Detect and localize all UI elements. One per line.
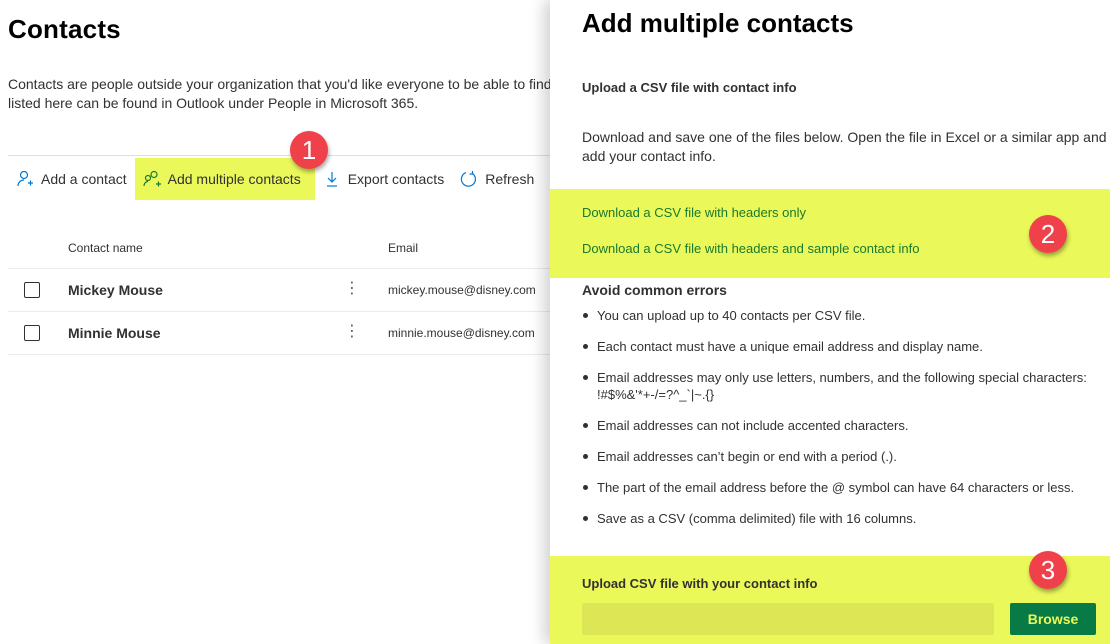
error-item: Email addresses can not include accented… xyxy=(582,417,1107,434)
table-row[interactable]: Mickey Mouse ⋮ mickey.mouse@disney.com xyxy=(8,269,560,312)
refresh-label: Refresh xyxy=(485,171,535,187)
error-item: You can upload up to 40 contacts per CSV… xyxy=(582,307,1107,324)
errors-heading: Avoid common errors xyxy=(582,282,727,298)
upload-label: Upload CSV file with your contact info xyxy=(582,576,818,591)
download-icon xyxy=(323,170,341,188)
step-badge-2: 2 xyxy=(1029,215,1067,253)
column-header-contact-name[interactable]: Contact name xyxy=(68,241,143,255)
contact-email: minnie.mouse@disney.com xyxy=(388,326,535,340)
panel-title: Add multiple contacts xyxy=(582,8,854,38)
error-item: Save as a CSV (comma delimited) file wit… xyxy=(582,510,1107,527)
table-header: Contact name Email xyxy=(8,226,560,269)
add-person-icon xyxy=(16,170,34,188)
errors-list: You can upload up to 40 contacts per CSV… xyxy=(582,307,1107,541)
export-contacts-button[interactable]: Export contacts xyxy=(315,158,453,200)
browse-button[interactable]: Browse xyxy=(1010,603,1096,635)
column-header-email[interactable]: Email xyxy=(388,241,418,255)
error-item: Email addresses can’t begin or end with … xyxy=(582,448,1107,465)
refresh-icon xyxy=(460,170,478,188)
contact-name[interactable]: Mickey Mouse xyxy=(68,282,163,298)
more-options-icon[interactable]: ⋮ xyxy=(344,322,360,342)
download-headers-sample-link[interactable]: Download a CSV file with headers and sam… xyxy=(582,241,919,256)
add-multiple-contacts-panel: Add multiple contacts Upload a CSV file … xyxy=(550,0,1110,644)
more-options-icon[interactable]: ⋮ xyxy=(344,279,360,299)
contact-name[interactable]: Minnie Mouse xyxy=(68,325,161,341)
row-checkbox[interactable] xyxy=(24,325,40,341)
page-title: Contacts xyxy=(8,14,121,44)
add-people-icon xyxy=(143,170,161,188)
download-links-section: Download a CSV file with headers only Do… xyxy=(550,189,1110,278)
contacts-page: Contacts Contacts are people outside you… xyxy=(0,0,560,644)
add-contact-button[interactable]: Add a contact xyxy=(8,158,135,200)
export-contacts-label: Export contacts xyxy=(347,171,445,187)
add-contact-label: Add a contact xyxy=(41,171,127,187)
contact-email: mickey.mouse@disney.com xyxy=(388,283,536,297)
step-badge-1: 1 xyxy=(290,131,328,169)
page-description: Contacts are people outside your organiz… xyxy=(8,75,568,113)
panel-description: Download and save one of the files below… xyxy=(582,129,1107,164)
toolbar-divider xyxy=(8,155,560,156)
step-badge-3: 3 xyxy=(1029,551,1067,589)
page-description-line1: Contacts are people outside your organiz… xyxy=(8,76,556,92)
add-multiple-contacts-button[interactable]: Add multiple contacts xyxy=(134,158,315,200)
toolbar: Add a contact Add multiple contacts Expo… xyxy=(8,158,542,200)
download-headers-only-link[interactable]: Download a CSV file with headers only xyxy=(582,205,806,220)
error-item: The part of the email address before the… xyxy=(582,479,1107,496)
upload-section: Upload CSV file with your contact info B… xyxy=(550,556,1110,644)
page-description-line2: listed here can be found in Outlook unde… xyxy=(8,95,419,111)
panel-subtitle: Upload a CSV file with contact info xyxy=(582,80,797,95)
error-item: Each contact must have a unique email ad… xyxy=(582,338,1107,355)
error-item: Email addresses may only use letters, nu… xyxy=(582,369,1107,403)
row-checkbox[interactable] xyxy=(24,282,40,298)
table-row[interactable]: Minnie Mouse ⋮ minnie.mouse@disney.com xyxy=(8,312,560,355)
upload-file-input[interactable] xyxy=(582,603,994,635)
add-multiple-contacts-label: Add multiple contacts xyxy=(167,171,301,187)
refresh-button[interactable]: Refresh xyxy=(452,158,542,200)
